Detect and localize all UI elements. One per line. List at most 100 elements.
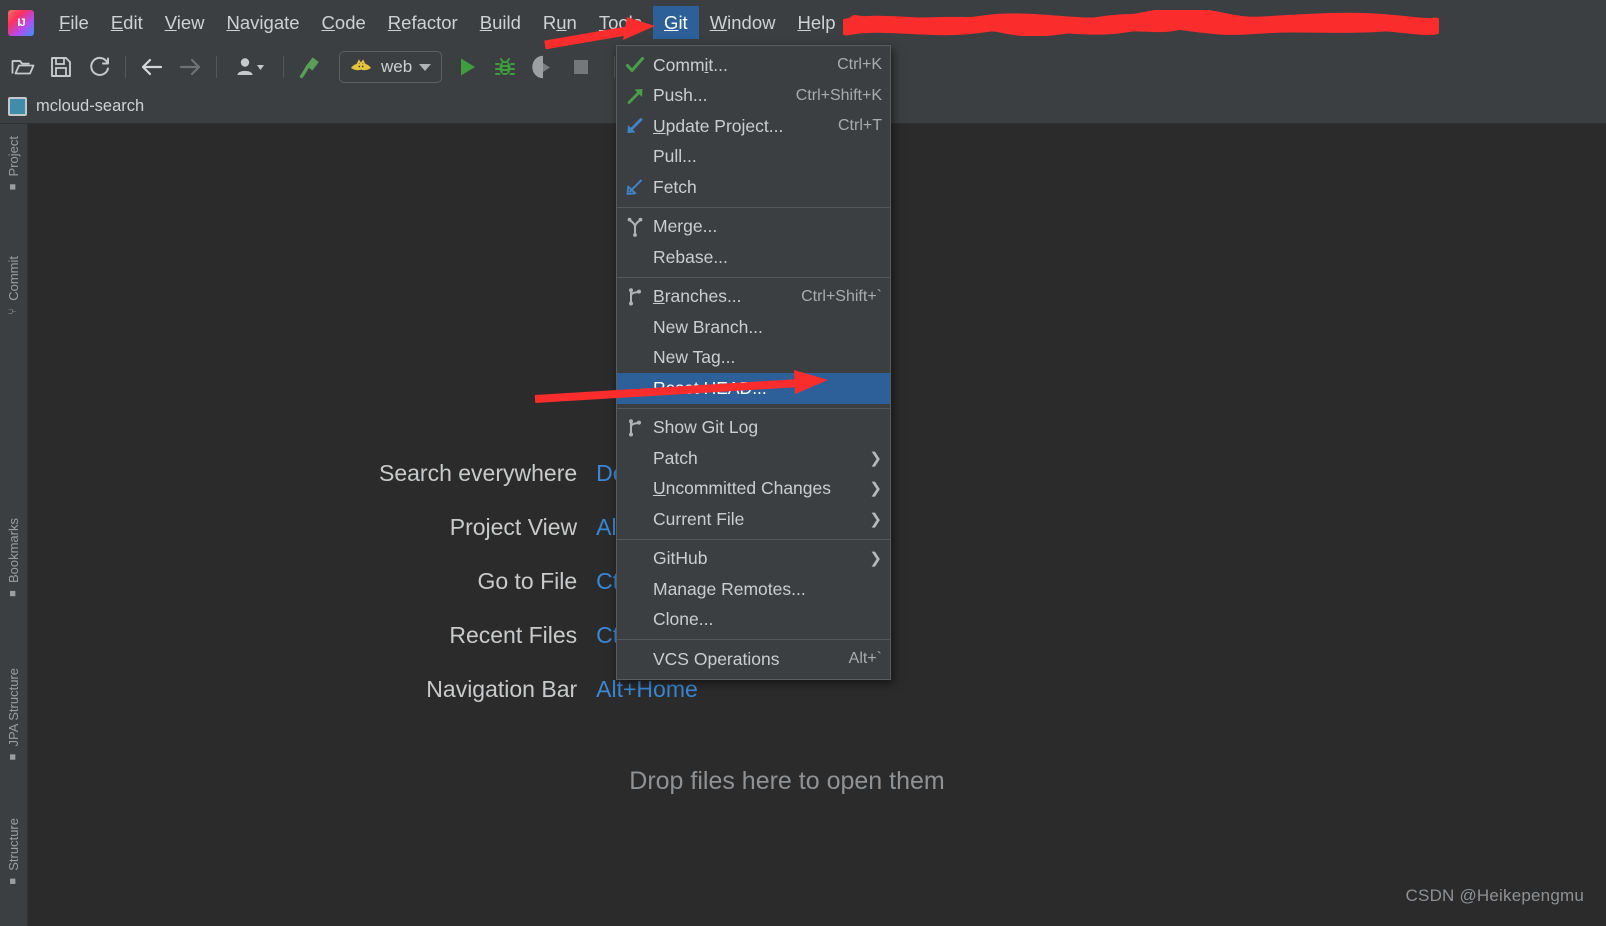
sidebar-item-label: Structure — [6, 818, 21, 871]
drop-files-hint: Drop files here to open them — [629, 767, 945, 795]
git-menu-item-show-git-log[interactable]: Show Git Log — [617, 413, 890, 444]
git-menu-item-current-file[interactable]: Current File ❯ — [617, 504, 890, 535]
git-menu-item-manage-remotes[interactable]: Manage Remotes... — [617, 574, 890, 605]
git-menu-item-rebase[interactable]: Rebase... — [617, 242, 890, 273]
run-with-coverage-icon[interactable] — [524, 49, 562, 85]
sidebar-item-project[interactable]: ■ Project — [0, 132, 27, 196]
menu-bar-items: File Edit View Navigate Code Refactor Build Run… — [48, 5, 847, 40]
stop-icon — [562, 49, 600, 85]
menu-bar: FileEditViewNavigateCodeRefactorBuildRun… — [0, 0, 1606, 45]
sidebar-item-structure[interactable]: ■ Structure — [0, 814, 27, 891]
menu-item-shortcut: Ctrl+T — [838, 117, 882, 135]
git-menu-item-commit[interactable]: Commit... Ctrl+K — [617, 50, 890, 81]
arrow-up-right-green-icon — [617, 86, 653, 106]
menu-separator — [617, 538, 890, 540]
tomcat-icon — [351, 59, 371, 71]
menu-separator — [617, 276, 890, 278]
chevron-down-icon[interactable] — [419, 63, 432, 71]
menu-tools[interactable]: Tools — [588, 6, 653, 39]
menu-window[interactable]: Window — [699, 6, 787, 39]
menu-item-label: Fetch — [653, 176, 697, 197]
arrow-down-left-outline-icon — [617, 177, 653, 197]
menu-item-label: GitHub — [653, 548, 708, 569]
hint-row: Navigation Bar Alt+Home — [378, 677, 722, 702]
menu-view[interactable]: View — [154, 6, 216, 39]
menu-item-label: Update Project... — [653, 115, 784, 136]
chevron-right-icon: ❯ — [869, 449, 882, 467]
sidebar-item-bookmarks[interactable]: ■ Bookmarks — [0, 514, 27, 603]
debug-icon[interactable] — [486, 49, 524, 85]
menu-item-label: New Tag... — [653, 347, 736, 368]
menu-item-label: Show Git Log — [653, 417, 759, 438]
menu-separator — [617, 407, 890, 409]
git-menu-item-fetch[interactable]: Fetch — [617, 172, 890, 203]
bookmarks-icon: ■ — [7, 590, 19, 597]
git-menu-item-pull[interactable]: Pull... — [617, 142, 890, 173]
git-menu-item-vcs-operations[interactable]: VCS Operations Alt+` — [617, 644, 890, 675]
arrow-down-left-blue-icon — [617, 116, 653, 136]
menu-item-shortcut: Alt+` — [848, 650, 882, 668]
open-folder-icon[interactable] — [4, 49, 42, 85]
git-menu-item-branches[interactable]: Branches... Ctrl+Shift+` — [617, 282, 890, 313]
sync-refresh-icon[interactable] — [80, 49, 118, 85]
git-menu-item-push[interactable]: Push... Ctrl+Shift+K — [617, 81, 890, 112]
menu-item-shortcut: Ctrl+Shift+` — [801, 287, 882, 305]
git-menu-item-uncommitted-changes[interactable]: Uncommitted Changes ❯ — [617, 474, 890, 505]
branch-icon — [617, 418, 653, 438]
sidebar-item-label: JPA Structure — [6, 668, 21, 747]
save-all-icon[interactable] — [42, 49, 80, 85]
hint-action-label: Go to File — [477, 568, 578, 594]
menu-navigate[interactable]: Navigate — [216, 6, 311, 39]
sidebar-item-commit[interactable]: ⑂ Commit — [0, 252, 27, 321]
git-menu-item-reset-head[interactable]: Reset HEAD... — [617, 373, 890, 404]
chevron-right-icon: ❯ — [869, 510, 882, 528]
menu-help[interactable]: Help — [787, 6, 847, 39]
sidebar-item-label: Bookmarks — [6, 518, 21, 584]
menu-edit[interactable]: Edit — [100, 6, 154, 39]
git-menu-item-update-project[interactable]: Update Project... Ctrl+T — [617, 111, 890, 142]
project-icon: ■ — [7, 183, 19, 191]
back-arrow-icon[interactable] — [133, 49, 171, 85]
hint-action-label: Recent Files — [449, 622, 578, 648]
merge-icon — [617, 217, 653, 237]
menu-item-label: Manage Remotes... — [653, 578, 806, 599]
hint-shortcut-key: Alt+Home — [596, 676, 698, 702]
menu-item-label: Merge... — [653, 216, 718, 237]
branch-icon — [617, 287, 653, 307]
watermark-text: CSDN @Heikepengmu — [1405, 886, 1584, 905]
menu-run[interactable]: Run — [532, 6, 588, 39]
checkmark-green-icon — [617, 55, 653, 75]
git-menu-item-clone[interactable]: Clone... — [617, 605, 890, 636]
menu-build[interactable]: Build — [469, 6, 532, 39]
sidebar-item-jpa-structure[interactable]: ■ JPA Structure — [0, 664, 27, 767]
intellij-window: FileEditViewNavigateCodeRefactorBuildRun… — [0, 0, 1606, 926]
toolbar-separator — [216, 56, 217, 78]
menu-separator — [617, 206, 890, 208]
git-menu-item-new-tag[interactable]: New Tag... — [617, 343, 890, 374]
git-menu-item-github[interactable]: GitHub ❯ — [617, 544, 890, 575]
git-menu-item-patch[interactable]: Patch ❯ — [617, 443, 890, 474]
git-menu-dropdown[interactable]: Commit... Ctrl+K Push... Ctrl+Shift+K Update… — [616, 45, 891, 680]
hint-action-label: Navigation Bar — [426, 676, 578, 702]
menu-item-label: Uncommitted Changes — [653, 478, 832, 499]
build-hammer-icon[interactable] — [291, 49, 329, 85]
git-menu-item-merge[interactable]: Merge... — [617, 212, 890, 243]
menu-item-shortcut: Ctrl+K — [837, 56, 882, 74]
menu-item-label: Pull... — [653, 146, 697, 167]
menu-item-label: New Branch... — [653, 316, 763, 337]
menu-item-label: Reset HEAD... — [653, 377, 767, 398]
git-menu-item-new-branch[interactable]: New Branch... — [617, 312, 890, 343]
menu-item-label: Push... — [653, 85, 708, 106]
menu-item-label: Branches... — [653, 286, 742, 307]
menu-item-label: Commit... — [653, 54, 728, 75]
breadcrumb-project-name[interactable]: mcloud-search — [36, 97, 144, 116]
run-configuration-selector[interactable]: web — [339, 51, 443, 83]
menu-git[interactable]: Git — [653, 5, 699, 40]
menu-file[interactable]: File — [48, 6, 100, 39]
profile-dropdown-icon[interactable] — [224, 49, 276, 85]
menu-refactor[interactable]: Refactor — [377, 6, 469, 39]
left-tool-window-stripe: ■ Project ⑂ Commit ■ Bookmarks ■ JPA Structure ■… — [0, 124, 28, 926]
menu-code[interactable]: Code — [311, 6, 377, 39]
run-icon[interactable] — [448, 49, 486, 85]
sidebar-item-label: Project — [6, 136, 21, 177]
